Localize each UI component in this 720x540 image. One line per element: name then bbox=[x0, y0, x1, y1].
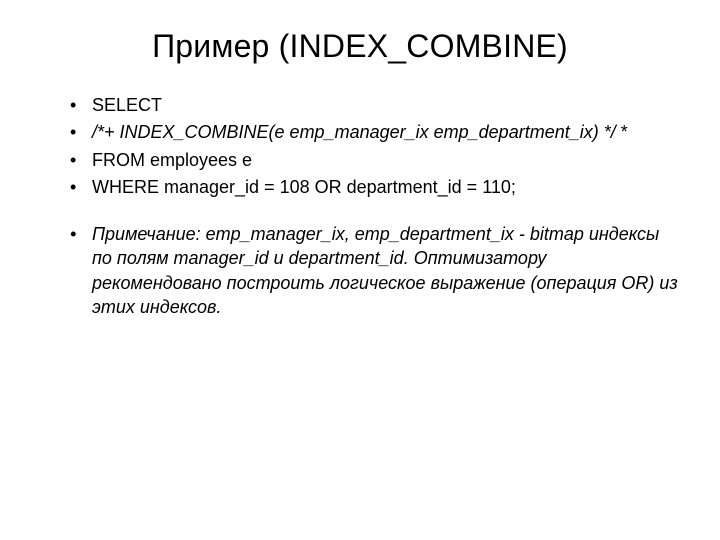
list-item: WHERE manager_id = 108 OR department_id … bbox=[70, 175, 680, 199]
note-list: Примечание: emp_manager_ix, emp_departme… bbox=[70, 222, 680, 319]
bullet-list: SELECT /*+ INDEX_COMBINE(e emp_manager_i… bbox=[70, 93, 680, 199]
list-item: FROM employees e bbox=[70, 148, 680, 172]
list-item: /*+ INDEX_COMBINE(e emp_manager_ix emp_d… bbox=[70, 120, 680, 144]
sql-where: WHERE manager_id = 108 OR department_id … bbox=[92, 177, 516, 197]
sql-hint: /*+ INDEX_COMBINE(e emp_manager_ix emp_d… bbox=[92, 122, 616, 142]
list-item: SELECT bbox=[70, 93, 680, 117]
sql-hint-suffix: * bbox=[616, 122, 628, 142]
slide-title: Пример (INDEX_COMBINE) bbox=[40, 28, 680, 65]
slide: Пример (INDEX_COMBINE) SELECT /*+ INDEX_… bbox=[0, 0, 720, 540]
list-item: Примечание: emp_manager_ix, emp_departme… bbox=[70, 222, 680, 319]
note-text: Примечание: emp_manager_ix, emp_departme… bbox=[92, 224, 678, 317]
sql-from: FROM employees e bbox=[92, 150, 252, 170]
sql-select: SELECT bbox=[92, 95, 162, 115]
spacer bbox=[40, 202, 680, 222]
